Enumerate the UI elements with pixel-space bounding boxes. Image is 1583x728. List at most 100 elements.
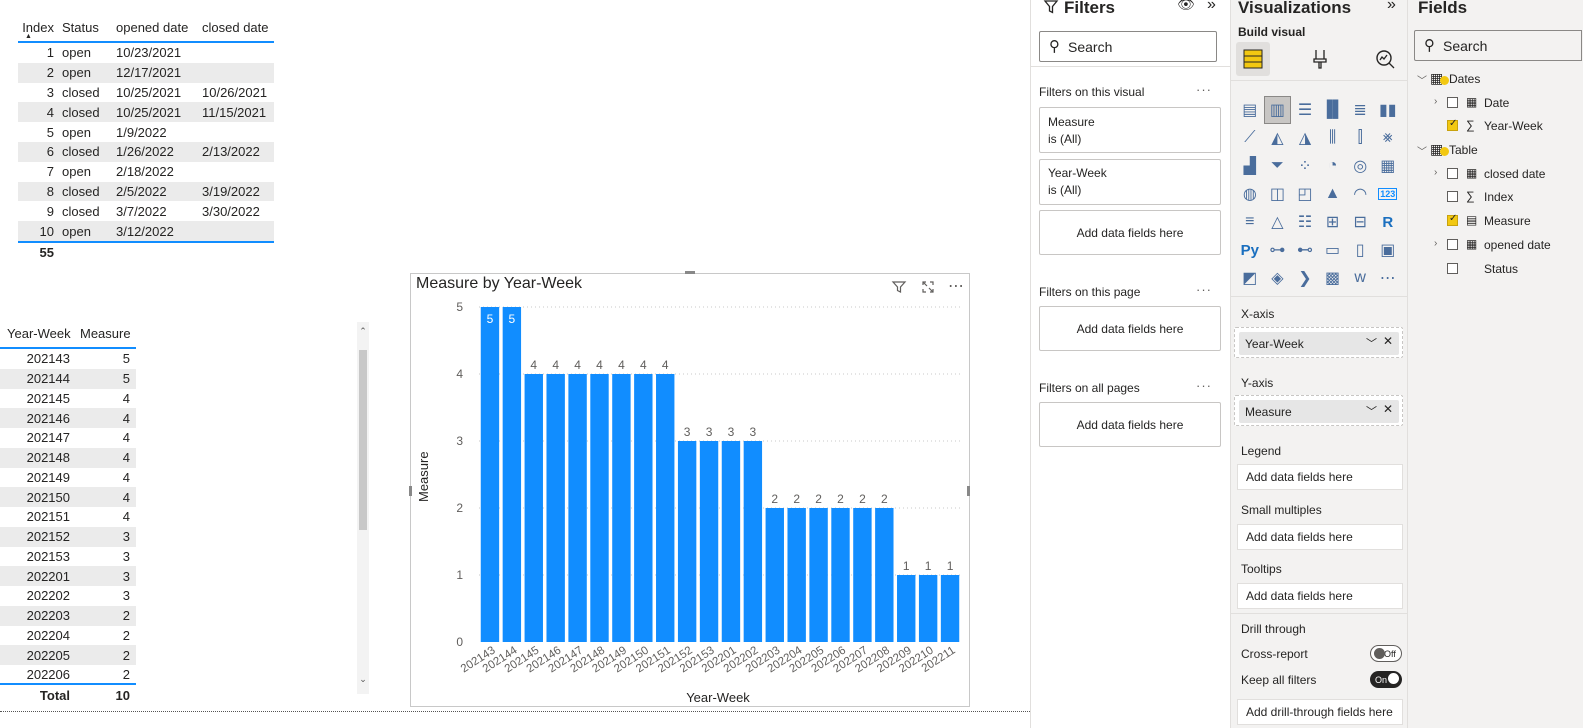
format-visual-tab[interactable] xyxy=(1303,42,1337,76)
filters-search-input[interactable]: ⚲ Search xyxy=(1039,31,1217,62)
collapse-pane-icon[interactable]: » xyxy=(1207,0,1216,14)
line-clustered-column-icon[interactable]: ⫿ xyxy=(1346,124,1374,152)
field-checkbox[interactable] xyxy=(1447,239,1458,250)
table-row[interactable]: 8 closed 2/5/2022 3/19/2022 xyxy=(18,181,274,202)
small-multiples-add-fields[interactable]: Add data fields here xyxy=(1237,524,1403,550)
field-item[interactable]: ∑ Index xyxy=(1408,186,1583,208)
table-row[interactable]: 202203 2 xyxy=(0,605,136,626)
field-checkbox[interactable] xyxy=(1447,96,1458,108)
fields-search-input[interactable]: ⚲ Search xyxy=(1414,30,1582,61)
table-row[interactable]: 202148 4 xyxy=(0,447,136,468)
table-row[interactable]: 2 open 12/17/2021 xyxy=(18,62,274,83)
shape-map-icon[interactable]: ◰ xyxy=(1291,180,1319,208)
table-row[interactable]: 202151 4 xyxy=(0,507,136,527)
legend-add-fields[interactable]: Add data fields here xyxy=(1237,464,1403,490)
eye-icon[interactable]: 👁 xyxy=(1177,0,1195,13)
chevron-right-icon[interactable]: › xyxy=(1434,96,1437,107)
y-axis-field-pill[interactable]: Measure ﹀ ✕ xyxy=(1239,400,1399,423)
field-item[interactable]: ∑ Year-Week xyxy=(1408,115,1583,137)
field-item[interactable]: › ▦ opened date xyxy=(1408,234,1583,256)
paginated-report-icon[interactable]: ▣ xyxy=(1374,236,1402,264)
bar[interactable] xyxy=(809,508,828,642)
cross-report-toggle[interactable]: Off xyxy=(1370,645,1402,662)
key-influencers-icon[interactable]: ⊶ xyxy=(1264,236,1292,264)
table-row[interactable]: 4 closed 10/25/2021 11/15/2021 xyxy=(18,102,274,123)
bar[interactable] xyxy=(524,374,543,642)
chevron-right-icon[interactable]: › xyxy=(1434,238,1437,249)
table-row[interactable]: 202144 5 xyxy=(0,368,136,389)
waterfall-chart-icon[interactable]: ▟ xyxy=(1236,152,1264,180)
azure-map-icon[interactable]: ▲ xyxy=(1319,180,1347,208)
bar[interactable] xyxy=(940,575,960,642)
filter-card-measure[interactable]: Measure is (All) xyxy=(1039,107,1221,153)
table-icon[interactable]: ⊞ xyxy=(1319,208,1347,236)
line-chart-icon[interactable]: ⟋ xyxy=(1236,124,1264,152)
column-header-status[interactable]: Status xyxy=(60,20,114,35)
tooltips-add-fields[interactable]: Add data fields here xyxy=(1237,583,1403,609)
stacked-column-chart-icon[interactable]: ▥ xyxy=(1263,96,1292,124)
table-row[interactable]: 202146 4 xyxy=(0,408,136,428)
field-checkbox[interactable] xyxy=(1447,167,1458,179)
scroll-down-icon[interactable]: ⌄ xyxy=(357,674,369,685)
field-checkbox[interactable] xyxy=(1447,118,1458,132)
donut-chart-icon[interactable]: ◎ xyxy=(1346,152,1374,180)
analytics-tab[interactable] xyxy=(1368,42,1402,76)
r-visual-icon[interactable]: R xyxy=(1374,208,1402,236)
decomposition-tree-icon[interactable]: ⊷ xyxy=(1291,236,1319,264)
100-bar-chart-icon[interactable]: ≣ xyxy=(1346,96,1374,124)
chevron-down-icon[interactable]: ﹀ xyxy=(1366,335,1377,351)
matrix-icon[interactable]: ⊟ xyxy=(1346,208,1374,236)
y-axis-well[interactable]: Measure ﹀ ✕ xyxy=(1234,395,1403,426)
power-automate-flow-icon[interactable]: ❯ xyxy=(1291,264,1319,292)
table-row[interactable]: 5 open 1/9/2022 xyxy=(18,122,274,142)
chevron-down-icon[interactable]: ﹀ xyxy=(1417,143,1427,158)
table-row[interactable]: 202147 4 xyxy=(0,428,136,448)
bar[interactable] xyxy=(568,374,587,642)
chevron-down-icon[interactable]: ﹀ xyxy=(1417,72,1427,87)
drill-through-add-fields[interactable]: Add drill-through fields here xyxy=(1237,699,1403,725)
field-item[interactable]: Status xyxy=(1408,258,1583,280)
table-row[interactable]: 202143 5 xyxy=(0,349,136,369)
table-row[interactable]: 202205 2 xyxy=(0,645,136,665)
bar[interactable] xyxy=(590,374,609,642)
clustered-bar-chart-icon[interactable]: ☰ xyxy=(1291,96,1319,124)
add-data-fields-visual[interactable]: Add data fields here xyxy=(1039,210,1221,255)
card-icon[interactable]: 123 xyxy=(1374,180,1402,208)
stacked-bar-chart-icon[interactable]: ▤ xyxy=(1236,96,1264,124)
bar[interactable] xyxy=(853,508,872,642)
word-icon[interactable]: ᴡ xyxy=(1346,264,1374,292)
bar[interactable] xyxy=(918,575,938,642)
bar[interactable] xyxy=(831,508,850,642)
table-row[interactable]: 202201 3 xyxy=(0,566,136,586)
bar[interactable] xyxy=(897,575,916,642)
table-row[interactable]: 9 closed 3/7/2022 3/30/2022 xyxy=(18,201,274,221)
bar[interactable] xyxy=(787,508,806,642)
field-checkbox[interactable] xyxy=(1447,262,1458,274)
chevron-right-icon[interactable]: › xyxy=(1434,167,1437,178)
column-header-year-week[interactable]: Year-Week xyxy=(0,326,76,341)
column-header-opened-date[interactable]: opened date xyxy=(114,20,200,35)
x-axis-field-pill[interactable]: Year-Week ﹀ ✕ xyxy=(1239,332,1399,355)
bar[interactable] xyxy=(699,441,719,642)
x-axis-well[interactable]: Year-Week ﹀ ✕ xyxy=(1234,327,1403,358)
column-header-closed-date[interactable]: closed date xyxy=(200,20,274,35)
ribbon-chart-icon[interactable]: ⨳ xyxy=(1374,124,1402,152)
more-options-icon[interactable]: ··· xyxy=(1196,378,1212,393)
bar[interactable] xyxy=(656,374,675,642)
bar[interactable] xyxy=(634,374,653,642)
collapse-pane-icon[interactable]: » xyxy=(1387,0,1396,14)
table-row[interactable]: 1 open 10/23/2021 xyxy=(18,43,274,63)
more-options-icon[interactable]: ··· xyxy=(1196,282,1212,297)
scroll-up-icon[interactable]: ⌃ xyxy=(357,326,369,337)
bar[interactable] xyxy=(721,441,741,642)
scatter-chart-icon[interactable]: ⁘ xyxy=(1291,152,1319,180)
remove-field-icon[interactable]: ✕ xyxy=(1383,402,1393,416)
pie-chart-icon[interactable]: ◔ xyxy=(1319,152,1347,180)
bar[interactable] xyxy=(480,307,500,642)
table-visual-issues[interactable]: Index Status opened date closed date ▲ 1… xyxy=(18,16,274,263)
multi-row-card-icon[interactable]: ≡ xyxy=(1236,208,1264,236)
power-automate-icon[interactable]: ◈ xyxy=(1264,264,1292,292)
add-data-fields-page[interactable]: Add data fields here xyxy=(1039,306,1221,351)
python-visual-icon[interactable]: Py xyxy=(1236,236,1264,264)
filter-card-year-week[interactable]: Year-Week is (All) xyxy=(1039,159,1221,205)
